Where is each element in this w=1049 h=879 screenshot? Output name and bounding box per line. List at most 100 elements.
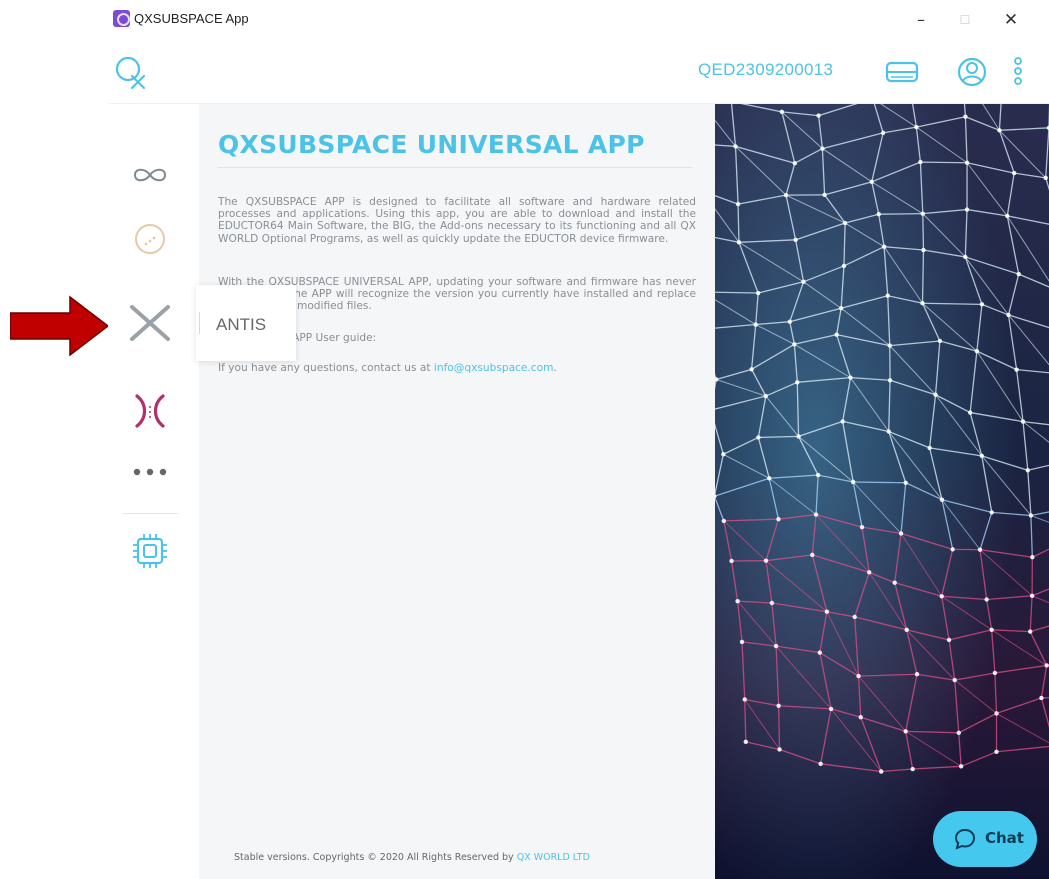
maximize-button[interactable]: ☐ [948,6,982,34]
mesh-node [1029,593,1035,598]
mesh-node [994,711,999,716]
network-artwork [715,104,1049,879]
mesh-node [796,434,801,439]
sidebar [108,104,198,879]
title-divider [218,167,692,168]
mesh-node [739,639,745,645]
mesh-node [989,510,994,515]
mesh-node [956,730,961,736]
mesh-node [979,302,985,307]
mesh-node [755,290,761,296]
mesh-node [822,192,827,198]
sidebar-item-firmware[interactable] [123,524,177,578]
mesh-node [1039,695,1044,701]
brackets-icon [135,394,165,428]
mesh-node [977,547,983,552]
mesh-node [792,161,797,166]
footer: Stable versions. Copyrights © 2020 All R… [234,852,590,863]
mesh-node [858,714,863,720]
mesh-node [810,552,815,558]
mesh-node [793,237,798,243]
mesh-node [963,254,968,260]
footer-link[interactable]: QX WORLD LTD [517,852,590,863]
device-id: QED2309200013 [698,60,834,79]
mesh-node [1014,367,1019,372]
mesh-node [743,739,749,745]
sidebar-item-brackets[interactable] [123,384,177,438]
mesh-node [842,220,848,226]
mesh-node [736,240,742,245]
mesh-node [1020,419,1026,424]
mesh-node [937,338,943,344]
kebab-menu-icon[interactable] [1008,54,1028,90]
mesh-node [1043,175,1048,181]
user-icon[interactable] [954,54,990,90]
mesh-line [919,161,968,164]
minimize-button[interactable]: – [904,6,938,34]
chat-bubble-icon [954,828,976,850]
sidebar-divider [122,513,178,514]
mesh-node [866,570,872,575]
mesh-node [850,479,856,485]
chat-label: Chat [985,829,1024,847]
mesh-node [763,393,769,399]
mesh-node [824,609,830,614]
infinity-icon [133,168,167,182]
contact-suffix: . [553,362,557,374]
tooltip-label: ANTIS [216,315,267,334]
sidebar-item-circle[interactable] [123,211,177,265]
mesh-node [795,380,800,385]
mesh-node [735,598,740,604]
email-link[interactable]: info@qxsubspace.com [434,362,554,374]
mesh-node [898,531,904,536]
mesh-line [922,213,925,251]
mesh-node [787,319,792,324]
qx-logo-icon[interactable] [112,54,148,90]
mesh-node [946,637,952,643]
mesh-node [753,322,758,327]
footer-text: Stable versions. Copyrights © 2020 All R… [234,852,517,863]
window-title: QXSUBSPACE App [134,11,249,26]
mesh-node [1044,663,1049,668]
mesh-node [783,192,789,198]
mesh-node [856,673,861,679]
mesh-node [818,761,823,766]
mesh-node [950,547,955,552]
mesh-node [939,497,945,502]
mesh-line [852,481,907,484]
mesh-line [737,203,740,243]
mesh-node [939,594,944,599]
mesh-node [881,244,887,249]
mesh-node [801,279,806,284]
mesh-node [817,650,823,655]
sidebar-item-antis[interactable] [123,296,177,350]
mesh-node [834,332,839,337]
cross-icon [130,305,170,341]
antis-tooltip: ANTIS [196,285,296,361]
mesh-node [816,113,821,118]
chat-button[interactable]: Chat [933,811,1037,867]
more-dots-icon [133,468,167,476]
mesh-node [813,512,819,517]
mesh-node [879,769,884,774]
mesh-node [721,452,726,457]
mesh-node [852,614,857,620]
mesh-node [903,729,908,734]
close-button[interactable]: ✕ [994,6,1028,34]
mesh-node [880,130,886,136]
sidebar-item-infinity[interactable] [123,148,177,202]
sidebar-item-more[interactable] [123,444,177,498]
mesh-node [921,247,926,253]
mesh-node [756,435,761,440]
drive-icon[interactable] [884,54,920,90]
tooltip-divider [199,312,200,334]
main-content: QXSUBSPACE UNIVERSAL APP The QXSUBSPACE … [199,104,715,879]
mesh-node [735,201,741,207]
mesh-node [952,677,957,683]
mesh-node [859,524,865,530]
mesh-node [777,747,782,752]
mesh-node [841,263,847,269]
page-title: QXSUBSPACE UNIVERSAL APP [218,130,645,159]
mesh-node [776,516,781,522]
mesh-node [767,476,772,481]
